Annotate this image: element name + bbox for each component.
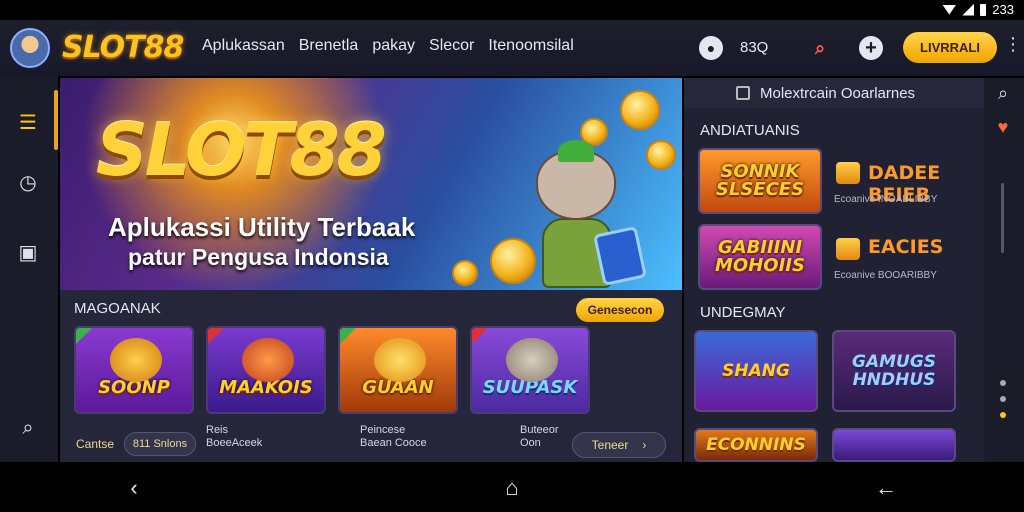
signal-icon [962, 3, 975, 16]
sidebar-active-indicator [54, 90, 58, 150]
game-card[interactable]: GAMUGS HNDHUS [832, 330, 956, 412]
game-card[interactable]: SUUPASK [470, 326, 590, 414]
featured-subtitle: Ecoanive INOABLIBBY [834, 194, 938, 205]
list-icon[interactable]: ☰ [16, 110, 40, 134]
panel-section-title: UNDEGMAY [700, 304, 786, 321]
app-header: SLOT88 Aplukassan Brenetla pakay Slecor … [0, 20, 1024, 76]
page-dot[interactable] [1000, 380, 1006, 386]
mascot-image [506, 140, 647, 290]
page-dot[interactable] [1000, 396, 1006, 402]
cta-button[interactable]: LIVRRALI [903, 32, 997, 63]
coin-decoration [646, 140, 676, 170]
banner-subtitle-2: patur Pengusa Indonsia [128, 244, 389, 270]
banner-title: SLOT88 [96, 108, 387, 192]
right-rail: ⌕ ♥ [984, 78, 1024, 462]
more-icon[interactable]: ⋮ [1004, 34, 1022, 55]
return-icon[interactable]: ← [872, 474, 900, 502]
see-more-button[interactable]: Genesecon [576, 298, 664, 322]
search-icon[interactable]: ⌕ [808, 36, 832, 60]
card-meta: Buteeor Oon [520, 424, 559, 449]
avatar[interactable] [10, 28, 50, 68]
gift-icon [836, 162, 860, 184]
coin-decoration [452, 260, 478, 286]
clock-icon[interactable]: ◷ [16, 170, 40, 194]
coin-decoration [620, 90, 660, 130]
search-icon[interactable]: ⌕ [992, 82, 1014, 104]
panel-header: Molextrcain Ooarlarnes [684, 78, 984, 108]
next-button-label: Teneer [591, 438, 629, 452]
hero-banner[interactable]: SLOT88 Aplukassi Utility Terbaak patur P… [60, 78, 682, 290]
card-meta: Reis BoeeAceek [206, 424, 263, 449]
user-icon[interactable]: ● [699, 36, 723, 60]
left-sidebar: ☰ ◷ ▣ ⌕ [0, 76, 58, 462]
game-card[interactable]: ECONNINS [694, 428, 818, 462]
system-navbar: ‹ ⌂ ← [0, 462, 1024, 512]
panel-header-title: Molextrcain Ooarlarnes [760, 84, 916, 102]
heart-icon[interactable]: ♥ [992, 116, 1014, 138]
nav-item-1[interactable]: Aplukassan [202, 37, 285, 55]
gift-icon [836, 238, 860, 260]
checkbox-icon[interactable] [736, 86, 750, 100]
camera-icon[interactable]: ▣ [16, 240, 40, 264]
game-card-row: SOONP MAAKOIS GUAAN SUUPASK [74, 326, 590, 414]
nav-item-3[interactable]: pakay [372, 37, 415, 55]
clock: 233 [992, 2, 1014, 17]
home-icon[interactable]: ⌂ [498, 474, 526, 502]
game-card[interactable]: GUAAN [338, 326, 458, 414]
app-logo[interactable]: SLOT88 [62, 30, 184, 65]
section-title: MAGOANAK [74, 300, 161, 317]
featured-subtitle: Ecoanive BOOARIBBY [834, 270, 937, 281]
game-card[interactable]: SHANG [694, 330, 818, 412]
wifi-icon [942, 4, 957, 15]
panel-section-title: ANDIATUANIS [700, 122, 800, 139]
chevron-right-icon: › [642, 438, 647, 452]
nav-item-5[interactable]: Itenoomsilal [488, 37, 573, 55]
top-nav: Aplukassan Brenetla pakay Slecor Itenoom… [202, 37, 574, 55]
header-count: 83Q [740, 39, 769, 56]
scrollbar[interactable] [1001, 183, 1004, 253]
game-card[interactable]: SOONP [74, 326, 194, 414]
filter-chip[interactable]: 811 Snlons [124, 432, 196, 456]
game-card[interactable] [832, 428, 956, 462]
nav-item-2[interactable]: Brenetla [299, 37, 359, 55]
featured-title[interactable]: EACIES [868, 236, 943, 258]
search-icon[interactable]: ⌕ [16, 416, 40, 440]
battery-icon [980, 3, 987, 16]
nav-item-4[interactable]: Slecor [429, 37, 474, 55]
game-card[interactable]: MAAKOIS [206, 326, 326, 414]
featured-game-card[interactable]: GABIIINI MOHOIIS [698, 224, 822, 290]
card-meta-label: Cantse [76, 437, 115, 451]
right-panel: Molextrcain Ooarlarnes ANDIATUANIS SONNI… [684, 78, 984, 462]
card-meta: Peincese Baean Cooce [360, 424, 427, 449]
banner-subtitle: Aplukassi Utility Terbaak [108, 212, 416, 242]
main-content: SLOT88 Aplukassi Utility Terbaak patur P… [60, 78, 682, 462]
featured-game-card[interactable]: SONNIK SLSECES [698, 148, 822, 214]
back-icon[interactable]: ‹ [120, 474, 148, 502]
status-bar: 233 [0, 0, 1024, 20]
page-dot-active[interactable] [1000, 412, 1006, 418]
next-button[interactable]: Teneer › [572, 432, 666, 458]
add-icon[interactable]: + [859, 36, 883, 60]
